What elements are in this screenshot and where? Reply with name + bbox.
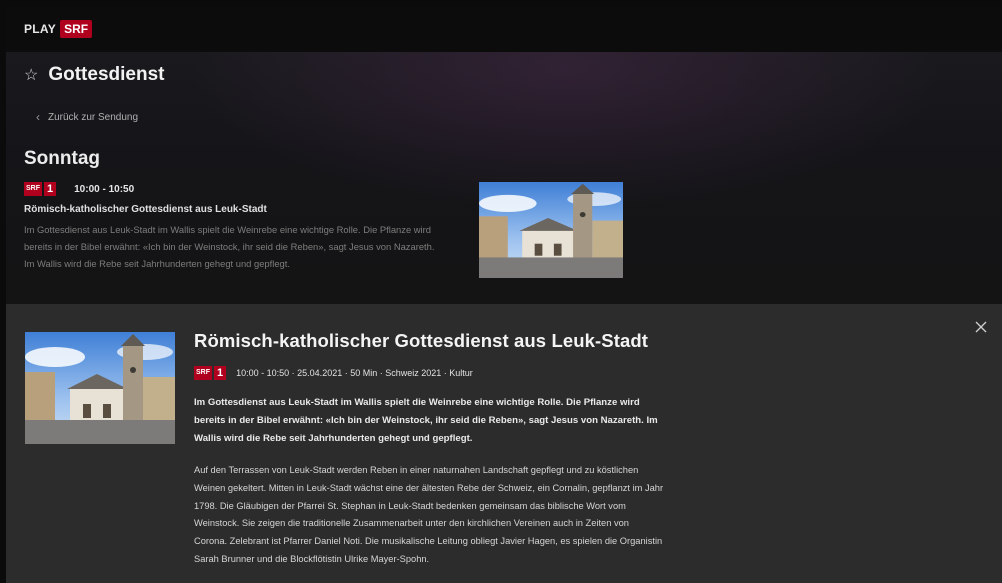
logo-srf-badge: SRF (60, 20, 93, 38)
srf1-logo-number: 1 (214, 366, 227, 380)
chevron-left-icon: ‹ (36, 110, 40, 124)
detail-meta-row: SRF 1 10:00 - 10:50 · 25.04.2021 · 50 Mi… (194, 366, 664, 380)
slot-description: Im Gottesdienst aus Leuk-Stadt im Wallis… (24, 224, 435, 269)
detail-title: Römisch-katholischer Gottesdienst aus Le… (194, 330, 649, 351)
page-title: Gottesdienst (48, 64, 165, 85)
detail-lead-text: Im Gottesdienst aus Leuk-Stadt im Wallis… (194, 397, 658, 444)
day-heading: Sonntag (24, 148, 100, 169)
slot-time: 10:00 - 10:50 (74, 183, 135, 195)
detail-content: Römisch-katholischer Gottesdienst aus Le… (194, 330, 664, 569)
srf1-channel-logo: SRF 1 (194, 366, 227, 380)
logo-play-text: PLAY (24, 22, 57, 36)
detail-body-text: Auf den Terrassen von Leuk-Stadt werden … (194, 465, 664, 564)
play-srf-logo[interactable]: PLAY SRF (24, 19, 93, 39)
schedule-slot[interactable]: SRF 1 10:00 - 10:50 Römisch-katholischer… (24, 182, 444, 272)
slot-title: Römisch-katholischer Gottesdienst aus Le… (24, 204, 267, 215)
program-detail-panel: Römisch-katholischer Gottesdienst aus Le… (6, 304, 1002, 583)
show-header: ☆ Gottesdienst (24, 64, 164, 86)
srf1-logo-number: 1 (44, 182, 57, 196)
slot-header: SRF 1 10:00 - 10:50 (24, 182, 444, 196)
detail-church-image (25, 332, 175, 444)
close-icon[interactable] (974, 320, 988, 334)
back-to-show-link[interactable]: ‹ Zurück zur Sendung (36, 110, 138, 124)
srf1-channel-logo: SRF 1 (24, 182, 57, 196)
slot-thumbnail-church-image[interactable] (479, 182, 623, 278)
srf1-logo-text: SRF (24, 182, 42, 196)
app-frame: PLAY SRF ☆ Gottesdienst ‹ Zurück zur Sen… (6, 6, 1002, 583)
srf1-logo-text: SRF (194, 366, 212, 380)
star-outline-icon[interactable]: ☆ (24, 65, 38, 85)
top-navigation-bar: PLAY SRF (6, 6, 1002, 52)
detail-meta-text: 10:00 - 10:50 · 25.04.2021 · 50 Min · Sc… (236, 368, 473, 378)
back-link-label: Zurück zur Sendung (48, 111, 139, 123)
